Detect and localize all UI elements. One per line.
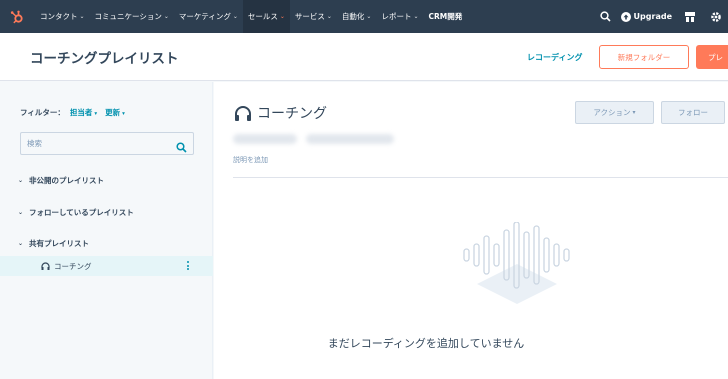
playlist-item-coaching[interactable]: コーチング [0,256,213,276]
group-label: フォローしているプレイリスト [29,208,134,217]
group-label: 非公開のプレイリスト [29,176,105,185]
hubspot-logo-icon[interactable] [5,0,29,33]
playlist-item-label: コーチング [54,261,92,271]
chevron-down-icon: ⌄ [413,13,419,20]
empty-state-message: まだレコーディングを追加していません [327,337,525,350]
sidebar: フィルター： 担当者▾ 更新▾ ⌄ 非公開のプレイリスト ⌄ フォローしているプ… [0,82,213,379]
nav-item-label: レポート [381,12,412,21]
nav-item-contacts[interactable]: コンタクト ⌄ [35,0,90,33]
nav-item-reports[interactable]: レポート ⌄ [376,0,423,33]
top-navigation: コンタクト ⌄ コミュニケーション ⌄ マーケティング ⌄ セールス ⌄ サービ… [0,0,728,33]
chevron-down-icon: ⌄ [279,13,285,20]
page-header: コーチングプレイリスト レコーディング 新規フォルダー プレ [0,33,728,81]
chevron-down-icon: ▾ [94,111,98,117]
group-shared-playlists[interactable]: ⌄ 共有プレイリスト [18,238,89,249]
search-icon[interactable] [176,138,187,157]
chevron-down-icon: ▾ [122,111,125,117]
search-icon[interactable] [599,11,611,22]
search-input[interactable] [21,133,171,154]
nav-menu: コンタクト ⌄ コミュニケーション ⌄ マーケティング ⌄ セールス ⌄ サービ… [35,0,467,33]
create-playlist-button[interactable]: プレ [696,45,728,69]
chevron-down-icon: ⌄ [18,177,24,184]
empty-state-illustration [462,221,572,316]
nav-item-automation[interactable]: 自動化 ⌄ [337,0,377,33]
group-following-playlists[interactable]: ⌄ フォローしているプレイリスト [18,207,134,218]
nav-item-label: コミュニケーション [94,12,162,21]
updated-filter-dropdown[interactable]: 更新 ▾ [105,107,125,118]
filter-label: フィルター： [20,108,65,117]
recordings-link[interactable]: レコーディング [527,52,582,63]
nav-item-sales[interactable]: セールス ⌄ [242,0,290,33]
blurred-owner-info [233,134,297,144]
chevron-down-icon: ⌄ [326,13,332,20]
chevron-down-icon: ⌄ [366,13,372,20]
nav-item-service[interactable]: サービス ⌄ [290,0,337,33]
nav-item-label: CRM開発 [428,12,463,21]
nav-item-marketing[interactable]: マーケティング ⌄ [174,0,243,33]
nav-item-crm-development[interactable]: CRM開発 [423,0,467,33]
divider [233,177,728,178]
search-box [20,132,194,155]
blurred-date-info [306,134,394,144]
upgrade-button[interactable]: Upgrade [620,11,672,22]
follow-button[interactable]: フォロー [661,101,725,124]
group-private-playlists[interactable]: ⌄ 非公開のプレイリスト [18,175,104,186]
group-label: 共有プレイリスト [29,239,90,248]
nav-item-label: マーケティング [178,12,231,21]
owner-filter-dropdown[interactable]: 担当者 ▾ [70,107,97,118]
page-title: コーチングプレイリスト [30,51,179,67]
playlist-detail: コーチング アクション ▾ フォロー 説明を追加 まだレコーディングを追加してい… [214,82,728,379]
new-folder-button[interactable]: 新規フォルダー [599,45,689,69]
updated-filter-label: 更新 [105,108,121,117]
actions-button[interactable]: アクション ▾ [575,101,654,124]
marketplace-icon[interactable] [684,11,696,23]
chevron-down-icon: ⌄ [79,13,85,20]
more-options-icon[interactable] [187,261,190,270]
nav-utilities: Upgrade [599,0,728,33]
filter-bar: フィルター： 担当者 ▾ 更新 ▾ [20,107,133,118]
actions-label: アクション [593,108,631,117]
playlist-title: コーチング [234,103,327,123]
nav-item-label: コンタクト [40,12,78,21]
settings-icon[interactable] [710,11,722,23]
add-description-link[interactable]: 説明を追加 [233,155,268,165]
upgrade-label: Upgrade [633,12,672,21]
nav-item-label: セールス [247,12,278,21]
nav-item-communications[interactable]: コミュニケーション ⌄ [90,0,174,33]
chevron-down-icon: ⌄ [18,240,24,247]
owner-filter-label: 担当者 [69,108,93,117]
chevron-down-icon: ▾ [632,109,636,116]
headphones-icon [41,262,50,270]
upgrade-icon [620,11,631,22]
chevron-down-icon: ⌄ [163,13,169,20]
nav-item-label: サービス [294,12,325,21]
chevron-down-icon: ⌄ [18,209,24,216]
chevron-down-icon: ⌄ [232,13,238,20]
nav-item-label: 自動化 [341,12,365,21]
playlist-title-text: コーチング [257,106,327,122]
headphones-icon [234,105,252,121]
